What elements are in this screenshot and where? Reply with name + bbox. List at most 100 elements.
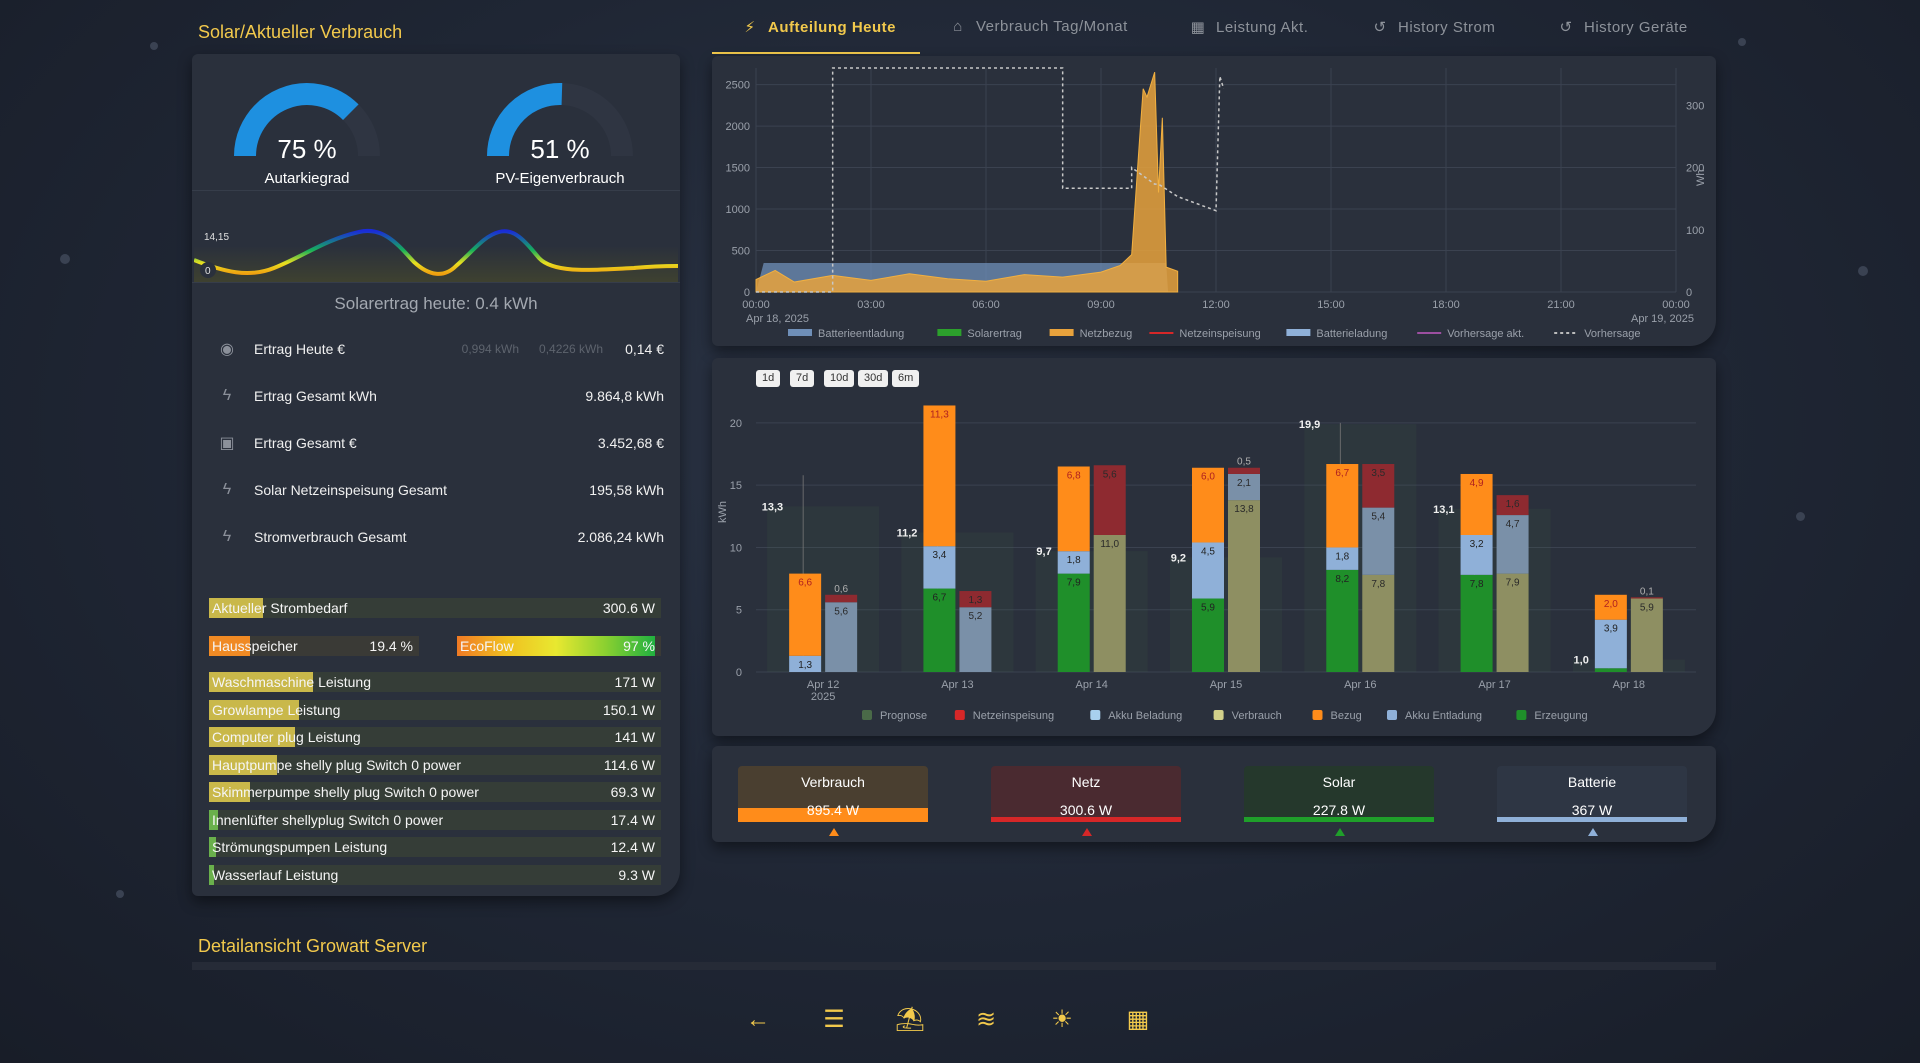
- kpi-row: ϟ Stromverbrauch Gesamt 2.086,24 kWh: [214, 522, 664, 552]
- x-tick-label: Apr 16: [1344, 679, 1376, 691]
- tab-verbrauch-tag-monat[interactable]: ⌂ Verbrauch Tag/Monat: [948, 18, 1128, 52]
- bar-value: 69.3 W: [610, 784, 655, 800]
- kpi-label: Ertrag Gesamt kWh: [254, 388, 377, 404]
- legend-item-prognose[interactable]: Prognose: [862, 710, 927, 722]
- device-power-bar: Skimmerpumpe shelly plug Switch 0 power 6…: [209, 782, 661, 802]
- bar-value-label: 5,9: [1640, 603, 1654, 614]
- bar-value-label: 3,9: [1604, 624, 1618, 635]
- legend-item-batterieladung[interactable]: Batterieladung: [1286, 328, 1387, 340]
- flow-netz: Netz 300.6 W: [991, 766, 1181, 822]
- solar-power-icon: ⚡: [744, 19, 756, 36]
- x-end-date: Apr 19, 2025: [1631, 313, 1694, 325]
- daily-energy-chart[interactable]: 0 5 10 15 20 kWh 13,3 1,3 6,6 5,6 0,6 Apr 122025 11,…: [712, 358, 1716, 736]
- legend-item-akku-beladung[interactable]: Akku Beladung: [1090, 710, 1182, 722]
- background-dot: [1858, 266, 1868, 276]
- bar-value-label: 1,3: [798, 660, 812, 671]
- flow-value: 895.4 W: [806, 802, 860, 818]
- svg-text:Batterieentladung: Batterieentladung: [818, 328, 904, 340]
- bar-prognose: [901, 532, 1014, 672]
- legend-item-netzeinspeisung[interactable]: Netzeinspeisung: [1149, 328, 1261, 340]
- weather-icon[interactable]: ☀: [1044, 1002, 1080, 1038]
- bar-value-label: 0,5: [1237, 457, 1251, 468]
- arrow-left-icon[interactable]: ←: [740, 1002, 776, 1038]
- bar-label: Strömungspumpen Leistung: [212, 839, 388, 855]
- prognose-label: 9,2: [1171, 552, 1186, 564]
- flow-solar: Solar 227.8 W: [1244, 766, 1434, 822]
- flow-title: Batterie: [1567, 774, 1617, 790]
- svg-text:Bezug: Bezug: [1331, 710, 1362, 722]
- legend-item-akku-entladung[interactable]: Akku Entladung: [1387, 710, 1482, 722]
- legend-item-erzeugung[interactable]: Erzeugung: [1516, 710, 1588, 722]
- pv-self-consumption-value: 51 %: [530, 134, 590, 164]
- bar-label: EcoFlow: [460, 638, 514, 654]
- tab-aufteilung-heute[interactable]: ⚡ Aufteilung Heute: [740, 18, 896, 52]
- legend-item-verbrauch[interactable]: Verbrauch: [1213, 710, 1282, 722]
- bar-value-label: 6,8: [1067, 471, 1081, 482]
- range-button-1d[interactable]: 1d: [756, 370, 781, 387]
- bar-netzeinspeisung: [825, 594, 858, 603]
- legend-item-vorhersage akt.[interactable]: Vorhersage akt.: [1417, 328, 1524, 340]
- heating-icon[interactable]: ☰: [816, 1002, 852, 1038]
- legend-item-netzeinspeisung[interactable]: Netzeinspeisung: [954, 710, 1054, 722]
- legend-item-netzbezug[interactable]: Netzbezug: [1049, 328, 1133, 340]
- series-netzbezug: [755, 72, 1179, 293]
- svg-text:Netzbezug: Netzbezug: [1080, 328, 1133, 340]
- y-tick-label: 500: [732, 246, 750, 258]
- range-button-10d[interactable]: 10d: [824, 370, 855, 387]
- bar-value-label: 1,8: [1335, 551, 1349, 562]
- background-dot: [1796, 512, 1805, 521]
- kpi-label: Solar Netzeinspeisung Gesamt: [254, 482, 447, 498]
- legend-item-solarertrag[interactable]: Solarertrag: [937, 328, 1022, 340]
- svg-text:Prognose: Prognose: [880, 710, 927, 722]
- range-button-7d[interactable]: 7d: [790, 370, 815, 387]
- flash-icon: ϟ: [222, 481, 232, 498]
- bar-prognose: [1035, 551, 1148, 672]
- kpi-extra-energy: 0,4226 kWh: [539, 342, 604, 356]
- kpi-label: Ertrag Gesamt €: [254, 435, 357, 451]
- x-tick-label: 00:00: [742, 299, 770, 311]
- x-start-date: Apr 18, 2025: [746, 313, 809, 325]
- tab-history-strom[interactable]: ↺ History Strom: [1370, 18, 1495, 52]
- bar-label: Skimmerpumpe shelly plug Switch 0 power: [212, 784, 479, 800]
- tab-leistung-akt[interactable]: ▦ Leistung Akt.: [1188, 18, 1308, 52]
- bar-value-label: 5,4: [1371, 512, 1385, 523]
- divider: [192, 190, 680, 191]
- flow-title: Solar: [1322, 774, 1356, 790]
- flow-direction-marker: [1588, 828, 1598, 836]
- power-today-chart[interactable]: 00:00 03:00 06:00 09:00 12:00 15:00 18:00 21:00…: [712, 56, 1716, 346]
- y-tick-label: 2500: [726, 80, 750, 92]
- legend-item-batterieentladung[interactable]: Batterieentladung: [788, 328, 904, 340]
- detail-panel: [192, 962, 1716, 970]
- range-button-30d[interactable]: 30d: [858, 370, 889, 387]
- y-tick-label: 10: [730, 542, 742, 554]
- kpi-value: 3.452,68 €: [597, 435, 664, 451]
- legend-item-bezug[interactable]: Bezug: [1312, 710, 1362, 722]
- y-axis-label: kWh: [717, 501, 729, 523]
- range-button-6m[interactable]: 6m: [892, 370, 920, 387]
- y2-axis-label: Wh: [1695, 170, 1707, 187]
- home-icon: ⌂: [953, 18, 963, 35]
- bar-value-label: 4,9: [1470, 478, 1484, 489]
- solar-panel-icon[interactable]: ▦: [1120, 1002, 1156, 1038]
- lamp-icon[interactable]: ⛱: [892, 1002, 928, 1038]
- tab-history-geraete[interactable]: ↺ History Geräte: [1556, 18, 1688, 52]
- history-icon: ↺: [1559, 19, 1573, 36]
- pool-icon[interactable]: ≋: [968, 1002, 1004, 1038]
- power-today-chart-card: 00:00 03:00 06:00 09:00 12:00 15:00 18:00 21:00…: [712, 56, 1716, 346]
- x-tick-label: Apr 17: [1478, 679, 1510, 691]
- kpi-row: ▣ Ertrag Gesamt € 3.452,68 €: [214, 428, 664, 458]
- flow-direction-marker: [829, 828, 839, 836]
- tab-label: History Strom: [1398, 19, 1496, 36]
- legend-item-vorhersage[interactable]: Vorhersage: [1554, 328, 1640, 340]
- svg-text:Verbrauch: Verbrauch: [1232, 710, 1282, 722]
- bar-value-label: 3,2: [1470, 539, 1484, 550]
- bar-value-label: 2,1: [1237, 478, 1251, 489]
- bar-value-label: 5,6: [834, 606, 848, 617]
- kpi-label: Stromverbrauch Gesamt: [254, 529, 407, 545]
- detail-section-title: Detailansicht Growatt Server: [198, 936, 428, 956]
- flow-title: Netz: [1071, 774, 1101, 790]
- background-dot: [1738, 38, 1746, 46]
- prognose-label: 1,0: [1574, 655, 1589, 667]
- bar-value-label: 7,8: [1470, 579, 1484, 590]
- background-dot: [60, 254, 70, 264]
